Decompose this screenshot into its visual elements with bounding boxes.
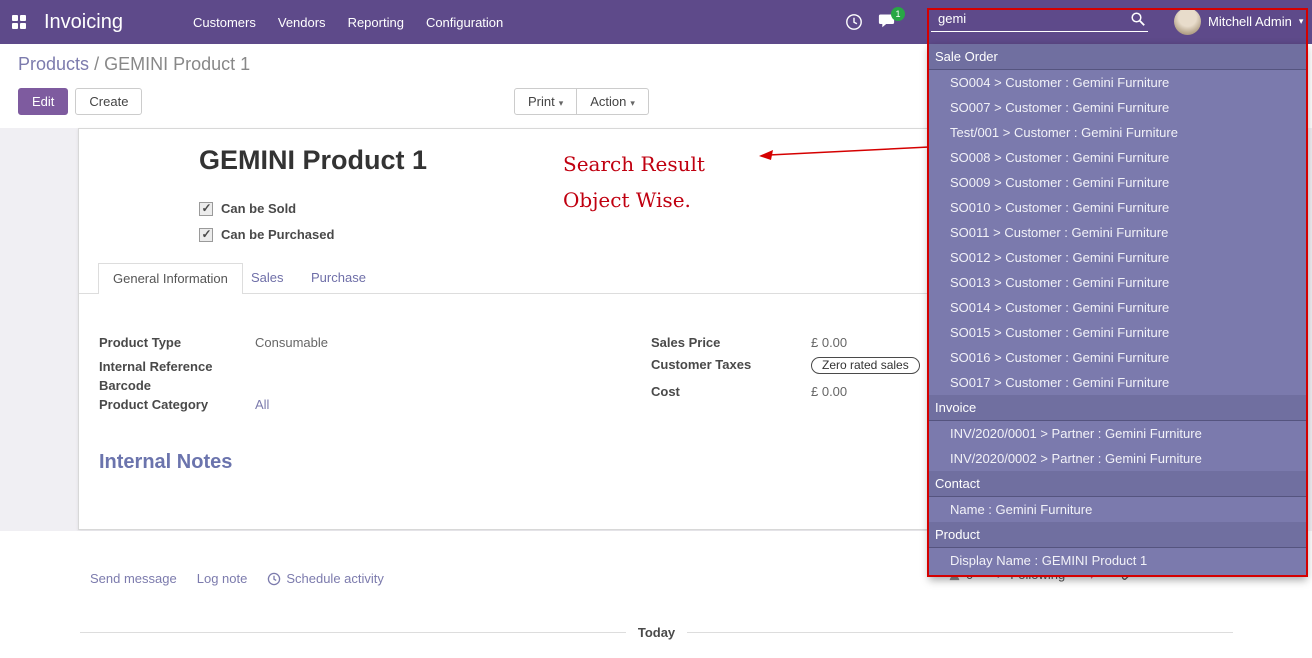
product-type-row: Product TypeConsumable: [99, 334, 328, 353]
app-title[interactable]: Invoicing: [44, 0, 123, 44]
user-avatar: [1174, 8, 1201, 35]
tab-sales[interactable]: Sales: [251, 263, 284, 293]
can-be-sold-checkbox[interactable]: [199, 202, 213, 216]
search-result-item[interactable]: SO008 > Customer : Gemini Furniture: [929, 145, 1307, 170]
product-category-row: Product CategoryAll: [99, 396, 269, 415]
internal-notes-heading: Internal Notes: [99, 451, 232, 474]
search-result-item[interactable]: SO009 > Customer : Gemini Furniture: [929, 170, 1307, 195]
date-divider-label: Today: [638, 625, 675, 640]
breadcrumb: Products / GEMINI Product 1: [18, 54, 250, 75]
search-input[interactable]: [931, 7, 1116, 28]
breadcrumb-products-link[interactable]: Products: [18, 54, 89, 74]
search-result-item[interactable]: Test/001 > Customer : Gemini Furniture: [929, 120, 1307, 145]
product-category-value[interactable]: All: [255, 397, 269, 412]
chevron-down-icon: ▾: [630, 98, 635, 108]
annotation-text: Search Result Object Wise.: [563, 146, 705, 218]
action-dropdown-button[interactable]: Action▾: [576, 88, 649, 115]
search-result-item[interactable]: INV/2020/0001 > Partner : Gemini Furnitu…: [929, 421, 1307, 446]
can-be-purchased-checkbox[interactable]: [199, 228, 213, 242]
search-result-item[interactable]: SO017 > Customer : Gemini Furniture: [929, 370, 1307, 395]
search-result-item[interactable]: SO004 > Customer : Gemini Furniture: [929, 70, 1307, 95]
activities-clock-icon[interactable]: [845, 13, 863, 36]
date-divider: Today: [80, 625, 1233, 640]
search-result-item[interactable]: Display Name : GEMINI Product 1: [929, 548, 1307, 573]
nav-item-reporting[interactable]: Reporting: [348, 15, 404, 30]
cost-row: Cost£ 0.00: [651, 383, 847, 402]
search-icon[interactable]: [1130, 11, 1146, 32]
search-results-dropdown: Sale OrderSO004 > Customer : Gemini Furn…: [929, 44, 1307, 577]
top-navbar: Invoicing Customers Vendors Reporting Co…: [0, 0, 1312, 44]
log-note-link[interactable]: Log note: [197, 571, 248, 586]
global-search-box: [931, 7, 1148, 32]
customer-taxes-tag[interactable]: Zero rated sales: [811, 357, 920, 374]
can-be-purchased-row: Can be Purchased: [199, 227, 334, 242]
can-be-sold-label: Can be Sold: [221, 201, 296, 216]
search-group-header: Sale Order: [929, 44, 1307, 70]
sales-price-value: £ 0.00: [811, 335, 847, 350]
search-result-item[interactable]: SO010 > Customer : Gemini Furniture: [929, 195, 1307, 220]
nav-item-configuration[interactable]: Configuration: [426, 15, 503, 30]
breadcrumb-separator: /: [94, 54, 99, 74]
user-name: Mitchell Admin: [1208, 14, 1292, 29]
user-menu[interactable]: Mitchell Admin ▾: [1174, 8, 1303, 35]
search-result-item[interactable]: SO015 > Customer : Gemini Furniture: [929, 320, 1307, 345]
cost-value: £ 0.00: [811, 384, 847, 399]
search-result-item[interactable]: SO016 > Customer : Gemini Furniture: [929, 345, 1307, 370]
page-title: GEMINI Product 1: [199, 145, 427, 176]
edit-button[interactable]: Edit: [18, 88, 68, 115]
messages-bubble-icon[interactable]: 1: [878, 13, 898, 35]
search-result-item[interactable]: SO014 > Customer : Gemini Furniture: [929, 295, 1307, 320]
nav-item-vendors[interactable]: Vendors: [278, 15, 326, 30]
search-result-item[interactable]: SO013 > Customer : Gemini Furniture: [929, 270, 1307, 295]
search-result-item[interactable]: SO007 > Customer : Gemini Furniture: [929, 95, 1307, 120]
product-type-value: Consumable: [255, 335, 328, 350]
send-message-link[interactable]: Send message: [90, 571, 177, 586]
tab-general-information[interactable]: General Information: [98, 263, 243, 294]
search-group-header: Product: [929, 522, 1307, 548]
breadcrumb-current: GEMINI Product 1: [104, 54, 250, 74]
nav-item-customers[interactable]: Customers: [193, 15, 256, 30]
clock-icon: [267, 572, 281, 586]
search-result-item[interactable]: SO011 > Customer : Gemini Furniture: [929, 220, 1307, 245]
search-group-header: Contact: [929, 471, 1307, 497]
sales-price-row: Sales Price£ 0.00: [651, 334, 847, 353]
search-group-header: Invoice: [929, 395, 1307, 421]
can-be-sold-row: Can be Sold: [199, 201, 296, 216]
search-result-item[interactable]: INV/2020/0002 > Partner : Gemini Furnitu…: [929, 446, 1307, 471]
internal-reference-row: Internal Reference: [99, 358, 255, 377]
schedule-activity-link[interactable]: Schedule activity: [267, 571, 384, 586]
messages-count-badge: 1: [891, 7, 905, 21]
barcode-row: Barcode: [99, 377, 255, 396]
apps-grid-icon[interactable]: [12, 15, 26, 29]
search-result-item[interactable]: SO012 > Customer : Gemini Furniture: [929, 245, 1307, 270]
tab-purchase[interactable]: Purchase: [311, 263, 366, 293]
can-be-purchased-label: Can be Purchased: [221, 227, 334, 242]
search-result-item[interactable]: Name : Gemini Furniture: [929, 497, 1307, 522]
print-dropdown-button[interactable]: Print▾: [514, 88, 577, 115]
create-button[interactable]: Create: [75, 88, 142, 115]
chevron-down-icon: ▾: [1299, 16, 1304, 27]
customer-taxes-row: Customer TaxesZero rated sales: [651, 356, 920, 375]
chevron-down-icon: ▾: [559, 98, 564, 108]
main-menu: Customers Vendors Reporting Configuratio…: [193, 0, 503, 44]
